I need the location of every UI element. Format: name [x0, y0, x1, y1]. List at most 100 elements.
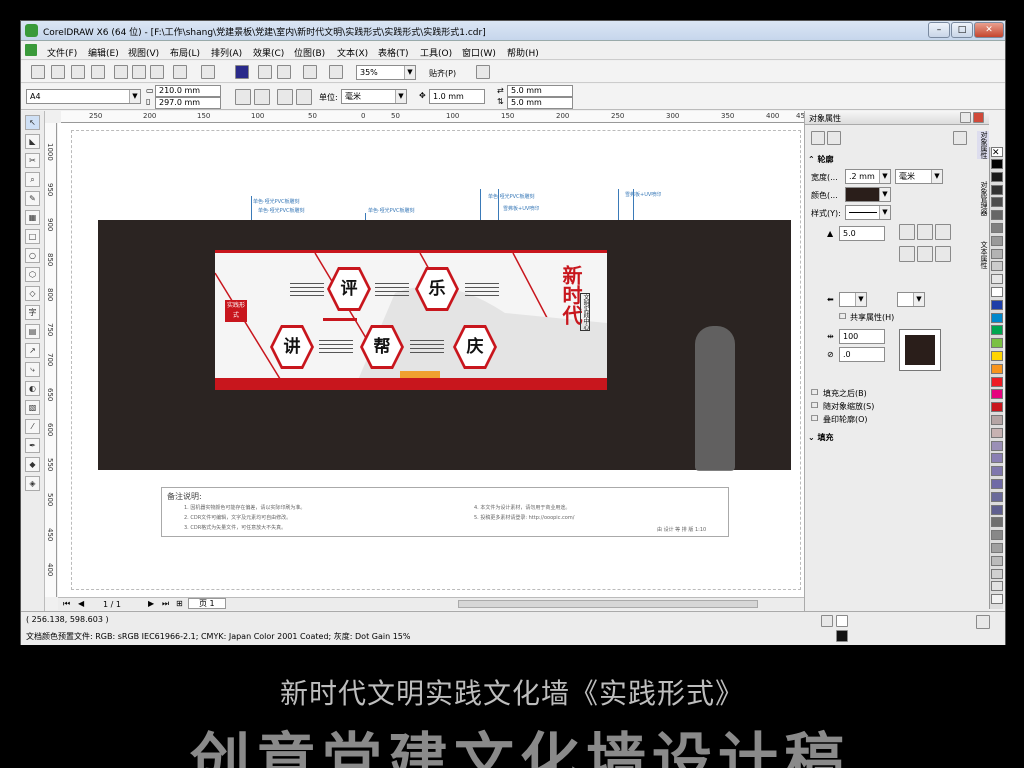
- crop-tool-icon[interactable]: ✂: [25, 153, 40, 168]
- color-swatch[interactable]: [991, 530, 1003, 541]
- miter-limit-input[interactable]: 5.0: [839, 226, 885, 241]
- fill-tool-icon[interactable]: ◆: [25, 457, 40, 472]
- transparency-tool-icon[interactable]: ▧: [25, 400, 40, 415]
- palette-options-icon[interactable]: [976, 615, 990, 629]
- outline-unit-dropdown[interactable]: 毫米 ▼: [895, 169, 943, 184]
- cap-square-icon[interactable]: [935, 246, 951, 262]
- menu-help[interactable]: 帮助(H): [507, 46, 539, 59]
- fill-tab-icon[interactable]: [827, 131, 841, 145]
- redo-icon[interactable]: [201, 65, 215, 79]
- color-swatch[interactable]: [991, 235, 1003, 246]
- menu-window[interactable]: 窗口(W): [462, 46, 496, 59]
- shape-tool-icon[interactable]: ◣: [25, 134, 40, 149]
- open-icon[interactable]: [51, 65, 65, 79]
- drawing-canvas[interactable]: 单色·哑光PVC板雕刻 单色·哑光PVC板雕刻 单色·哑光PVC板雕刻 单色·哑…: [58, 123, 815, 597]
- overprint-checkbox[interactable]: ☐: [811, 414, 818, 423]
- color-swatch[interactable]: [991, 274, 1003, 285]
- menu-edit[interactable]: 编辑(E): [88, 46, 119, 59]
- outline-pen-tab-icon[interactable]: [811, 131, 825, 145]
- search-content-icon[interactable]: [235, 65, 249, 79]
- portrait-icon[interactable]: [235, 89, 251, 105]
- page-tab[interactable]: 页 1: [188, 598, 226, 609]
- menu-table[interactable]: 表格(T): [378, 46, 409, 59]
- corner-bevel-icon[interactable]: [935, 224, 951, 240]
- calligraphy-stretch-input[interactable]: 100: [839, 329, 885, 344]
- menu-view[interactable]: 视图(V): [128, 46, 159, 59]
- color-swatch[interactable]: [991, 479, 1003, 489]
- next-page-icon[interactable]: ▶: [148, 599, 154, 608]
- docker-close-icon[interactable]: [973, 112, 984, 123]
- color-swatch[interactable]: [991, 338, 1003, 349]
- ellipse-tool-icon[interactable]: ○: [25, 248, 40, 263]
- freehand-tool-icon[interactable]: ✎: [25, 191, 40, 206]
- docker-minimize-icon[interactable]: [960, 112, 971, 123]
- no-color-swatch[interactable]: ✕: [991, 147, 1003, 158]
- outline-color-icon[interactable]: [836, 630, 848, 642]
- polygon-tool-icon[interactable]: ⬡: [25, 267, 40, 282]
- outline-section-header[interactable]: ⌃ 轮廓: [808, 154, 834, 165]
- behind-fill-checkbox[interactable]: ☐: [811, 388, 818, 397]
- save-icon[interactable]: [71, 65, 85, 79]
- rectangle-tool-icon[interactable]: □: [25, 229, 40, 244]
- units-dropdown[interactable]: 毫米 ▼: [341, 89, 407, 104]
- color-swatch[interactable]: [991, 440, 1003, 451]
- color-swatch[interactable]: [991, 363, 1003, 374]
- interactive-fill-icon[interactable]: ◈: [25, 476, 40, 491]
- color-swatch[interactable]: [991, 223, 1003, 233]
- docker-options-icon[interactable]: [953, 131, 967, 145]
- color-swatch[interactable]: [991, 415, 1003, 425]
- no-fill-icon[interactable]: [836, 615, 848, 627]
- options-icon[interactable]: [476, 65, 490, 79]
- table-tool-icon[interactable]: ▤: [25, 324, 40, 339]
- paste-icon[interactable]: [150, 65, 164, 79]
- eyedropper-tool-icon[interactable]: ⁄: [25, 419, 40, 434]
- calligraphy-angle-input[interactable]: .0: [839, 347, 885, 362]
- welcome-screen-icon[interactable]: [329, 65, 343, 79]
- color-swatch[interactable]: [991, 197, 1003, 208]
- last-page-icon[interactable]: ⏭: [162, 599, 169, 609]
- dimension-tool-icon[interactable]: ↗: [25, 343, 40, 358]
- cut-icon[interactable]: [114, 65, 128, 79]
- end-arrow-dropdown[interactable]: ▼: [897, 292, 925, 307]
- color-swatch[interactable]: [991, 504, 1003, 515]
- menu-bitmaps[interactable]: 位图(B): [294, 46, 325, 59]
- duplicate-y-input[interactable]: 5.0 mm: [507, 97, 573, 109]
- color-swatch[interactable]: [991, 427, 1003, 438]
- culture-wall-panel[interactable]: 实践形式 评 乐 讲 帮 庆 新时代 文明实践中心: [215, 250, 607, 390]
- cap-round-icon[interactable]: [917, 246, 933, 262]
- menu-text[interactable]: 文本(X): [337, 46, 368, 59]
- nib-preview[interactable]: [899, 329, 941, 371]
- color-swatch[interactable]: [991, 210, 1003, 221]
- cap-butt-icon[interactable]: [899, 246, 915, 262]
- color-swatch[interactable]: [991, 543, 1003, 553]
- menu-effects[interactable]: 效果(C): [253, 46, 284, 59]
- menu-arrange[interactable]: 排列(A): [211, 46, 242, 59]
- text-tool-icon[interactable]: 字: [25, 305, 40, 320]
- blend-tool-icon[interactable]: ◐: [25, 381, 40, 396]
- page-width-input[interactable]: 210.0 mm: [155, 85, 221, 97]
- close-button[interactable]: ✕: [974, 22, 1004, 38]
- color-swatch[interactable]: [991, 466, 1003, 477]
- tab-text-properties[interactable]: 文本属性: [977, 241, 989, 269]
- landscape-icon[interactable]: [254, 89, 270, 105]
- tab-object-manager[interactable]: 对象管理器: [977, 181, 989, 216]
- outline-width-input[interactable]: .2 mm ▼: [845, 169, 891, 184]
- corner-miter-icon[interactable]: [899, 224, 915, 240]
- zoom-level-dropdown[interactable]: 35% ▼: [356, 65, 416, 80]
- horizontal-scrollbar[interactable]: [458, 600, 758, 608]
- outline-pen-icon[interactable]: ✒: [25, 438, 40, 453]
- color-swatch[interactable]: [991, 491, 1003, 502]
- color-swatch[interactable]: [991, 312, 1003, 323]
- color-swatch[interactable]: [991, 402, 1003, 413]
- nudge-distance-input[interactable]: 1.0 mm: [429, 89, 485, 104]
- color-swatch[interactable]: [991, 517, 1003, 528]
- basic-shapes-icon[interactable]: ◇: [25, 286, 40, 301]
- fill-section-header[interactable]: ⌄ 填充: [808, 432, 834, 443]
- menu-layout[interactable]: 布局(L): [170, 46, 200, 59]
- minimize-button[interactable]: –: [928, 22, 950, 38]
- scale-with-image-checkbox[interactable]: ☐: [811, 401, 818, 410]
- color-swatch[interactable]: [991, 261, 1003, 272]
- smart-fill-icon[interactable]: ▦: [25, 210, 40, 225]
- tab-object-properties[interactable]: 对象属性: [977, 131, 989, 159]
- color-swatch[interactable]: [991, 568, 1003, 579]
